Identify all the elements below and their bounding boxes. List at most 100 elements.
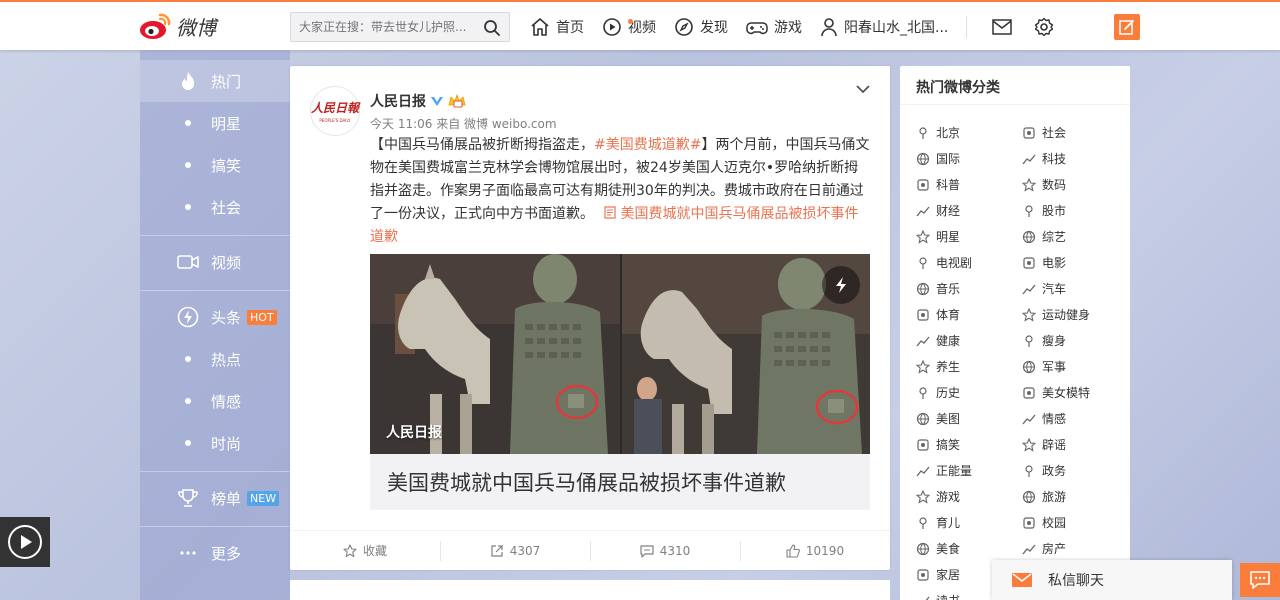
- chevron-down-icon[interactable]: [855, 84, 871, 94]
- category-item[interactable]: 家居: [916, 566, 960, 583]
- sidebar-item-society[interactable]: 社会: [140, 186, 290, 228]
- article-card-title[interactable]: 美国费城就中国兵马俑展品被损坏事件道歉: [370, 454, 870, 510]
- comment-button[interactable]: 4310: [590, 531, 740, 570]
- category-item[interactable]: 数码: [1022, 176, 1066, 193]
- category-item[interactable]: 汽车: [1022, 280, 1066, 297]
- category-item[interactable]: 综艺: [1022, 228, 1066, 245]
- category-label: 育儿: [936, 516, 961, 530]
- category-label: 读书: [936, 592, 960, 600]
- sidebar-item-video[interactable]: 视频: [140, 241, 290, 283]
- category-item[interactable]: 财经: [916, 202, 960, 219]
- nav-discover[interactable]: 发现: [674, 17, 728, 37]
- category-item[interactable]: 读书: [916, 592, 960, 600]
- category-item[interactable]: 情感: [1022, 410, 1066, 427]
- hashtag-link[interactable]: #美国费城道歉#: [594, 137, 701, 153]
- category-item[interactable]: 科普: [916, 176, 960, 193]
- nav-video[interactable]: 视频: [602, 17, 656, 37]
- category-label: 体育: [936, 308, 961, 322]
- article-media-image[interactable]: 人民日报: [370, 254, 870, 454]
- category-icon: [1022, 437, 1036, 452]
- category-item[interactable]: 电影: [1022, 254, 1066, 271]
- verified-icon: [431, 97, 443, 106]
- repost-count: 4307: [509, 543, 541, 558]
- mail-filled-icon: [1012, 573, 1032, 587]
- member-crown-icon[interactable]: [448, 94, 466, 108]
- category-icon: [919, 256, 927, 269]
- category-icon: [920, 596, 930, 600]
- sidebar-item-emotion[interactable]: 情感: [140, 380, 290, 422]
- user-icon: [821, 18, 837, 37]
- category-item[interactable]: 北京: [916, 124, 960, 141]
- compose-button[interactable]: [1114, 14, 1140, 40]
- category-icon: [916, 542, 930, 555]
- category-item[interactable]: 军事: [1022, 358, 1066, 375]
- category-item[interactable]: 国际: [916, 150, 960, 167]
- category-item[interactable]: 养生: [916, 358, 960, 375]
- category-item[interactable]: 搞笑: [916, 436, 960, 453]
- category-icon: [1023, 386, 1035, 399]
- sidebar-item-star[interactable]: 明星: [140, 102, 290, 144]
- sidebar-divider: [140, 235, 290, 236]
- category-item[interactable]: 股市: [1022, 202, 1066, 219]
- logo-text: 微博: [176, 15, 216, 40]
- sidebar-item-ranking[interactable]: 榜单 NEW: [140, 477, 290, 519]
- category-item[interactable]: 科技: [1022, 150, 1066, 167]
- compass-icon: [675, 18, 693, 36]
- category-item[interactable]: 瘦身: [1022, 332, 1066, 349]
- category-item[interactable]: 辟谣: [1022, 436, 1066, 453]
- sidebar-item-hotspot[interactable]: 热点: [140, 338, 290, 380]
- category-label: 旅游: [1042, 490, 1067, 504]
- messages-button[interactable]: [992, 19, 1013, 35]
- category-icon: [916, 466, 930, 476]
- category-item[interactable]: 育儿: [916, 514, 960, 531]
- category-icon: [916, 282, 930, 295]
- category-label: 军事: [1042, 360, 1067, 374]
- category-item[interactable]: 电视剧: [916, 254, 972, 271]
- sidebar-item-star-label: 明星: [211, 114, 242, 133]
- nav-game[interactable]: 游戏: [746, 17, 802, 37]
- category-item[interactable]: 政务: [1022, 462, 1066, 479]
- sidebar-item-fashion[interactable]: 时尚: [140, 422, 290, 464]
- category-item[interactable]: 运动健身: [1022, 306, 1090, 323]
- repost-button[interactable]: 4307: [440, 531, 590, 570]
- category-item[interactable]: 明星: [916, 228, 960, 245]
- category-item[interactable]: 社会: [1022, 124, 1066, 141]
- category-item[interactable]: 游戏: [916, 488, 960, 505]
- sidebar-item-more[interactable]: 更多: [140, 532, 290, 574]
- top-bar: 微博 首页 视频 发现: [0, 0, 1280, 50]
- sidebar-item-hot[interactable]: 热门: [140, 60, 290, 102]
- private-chat-bar[interactable]: 私信聊天: [992, 560, 1232, 600]
- settings-button[interactable]: [1034, 17, 1054, 37]
- search-icon[interactable]: [483, 19, 501, 37]
- category-item[interactable]: 历史: [916, 384, 960, 401]
- avatar-logo-text: 人民日報: [311, 101, 360, 115]
- author-avatar[interactable]: 人民日報 PEOPLE'S DAILY: [310, 86, 360, 136]
- category-item[interactable]: 健康: [916, 332, 960, 349]
- category-item[interactable]: 音乐: [916, 280, 960, 297]
- category-label: 历史: [936, 386, 961, 400]
- nav-home[interactable]: 首页: [530, 17, 584, 37]
- category-item[interactable]: 美图: [916, 410, 960, 427]
- like-button[interactable]: 10190: [740, 531, 890, 570]
- category-item[interactable]: 美女模特: [1022, 384, 1090, 401]
- sidebar-item-funny[interactable]: 搞笑: [140, 144, 290, 186]
- category-item[interactable]: 房产: [1022, 540, 1066, 557]
- feedback-button[interactable]: [1240, 563, 1280, 597]
- sidebar-item-headline[interactable]: 头条 HOT: [140, 296, 290, 338]
- search-input[interactable]: [299, 17, 479, 37]
- weibo-logo[interactable]: 微博: [138, 10, 216, 42]
- author-name[interactable]: 人民日报: [370, 91, 426, 111]
- nav-user-profile[interactable]: 阳春山水_北国...: [820, 17, 948, 37]
- lightning-icon: [836, 277, 846, 293]
- category-label: 国际: [936, 152, 961, 166]
- search-box[interactable]: [290, 12, 510, 42]
- category-icon: [1022, 177, 1036, 192]
- video-player-button[interactable]: [0, 517, 50, 567]
- category-item[interactable]: 体育: [916, 306, 960, 323]
- favorite-button[interactable]: 收藏: [290, 531, 440, 570]
- category-item[interactable]: 美食: [916, 540, 960, 557]
- category-icon: [1023, 516, 1035, 529]
- category-item[interactable]: 校园: [1022, 514, 1066, 531]
- category-item[interactable]: 旅游: [1022, 488, 1066, 505]
- category-item[interactable]: 正能量: [916, 462, 972, 479]
